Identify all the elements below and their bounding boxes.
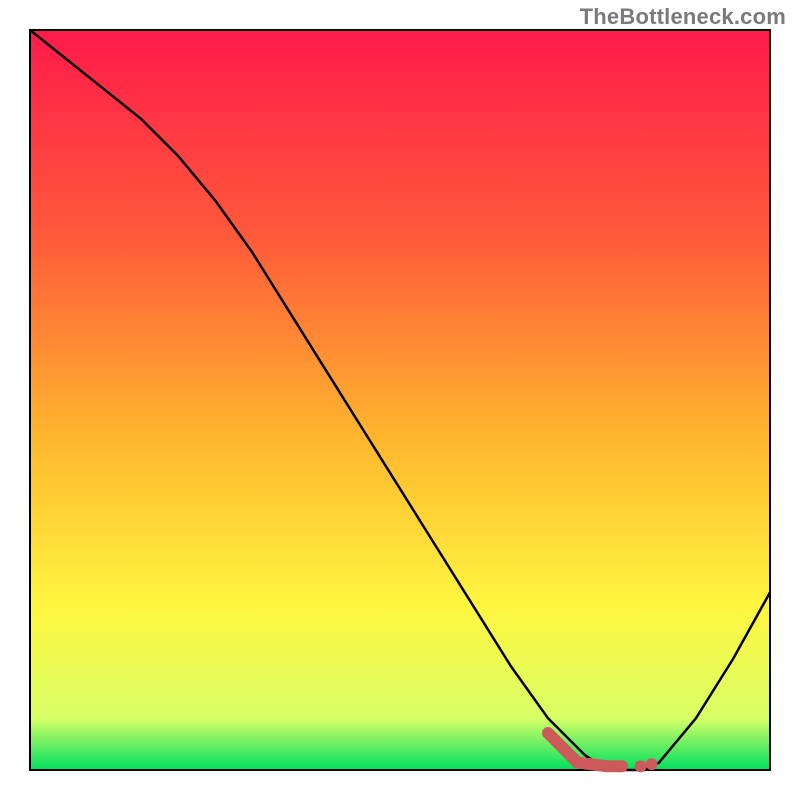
chart-svg [0, 0, 800, 800]
chart-container: TheBottleneck.com [0, 0, 800, 800]
plot-background [30, 30, 770, 770]
watermark-text: TheBottleneck.com [580, 4, 786, 30]
